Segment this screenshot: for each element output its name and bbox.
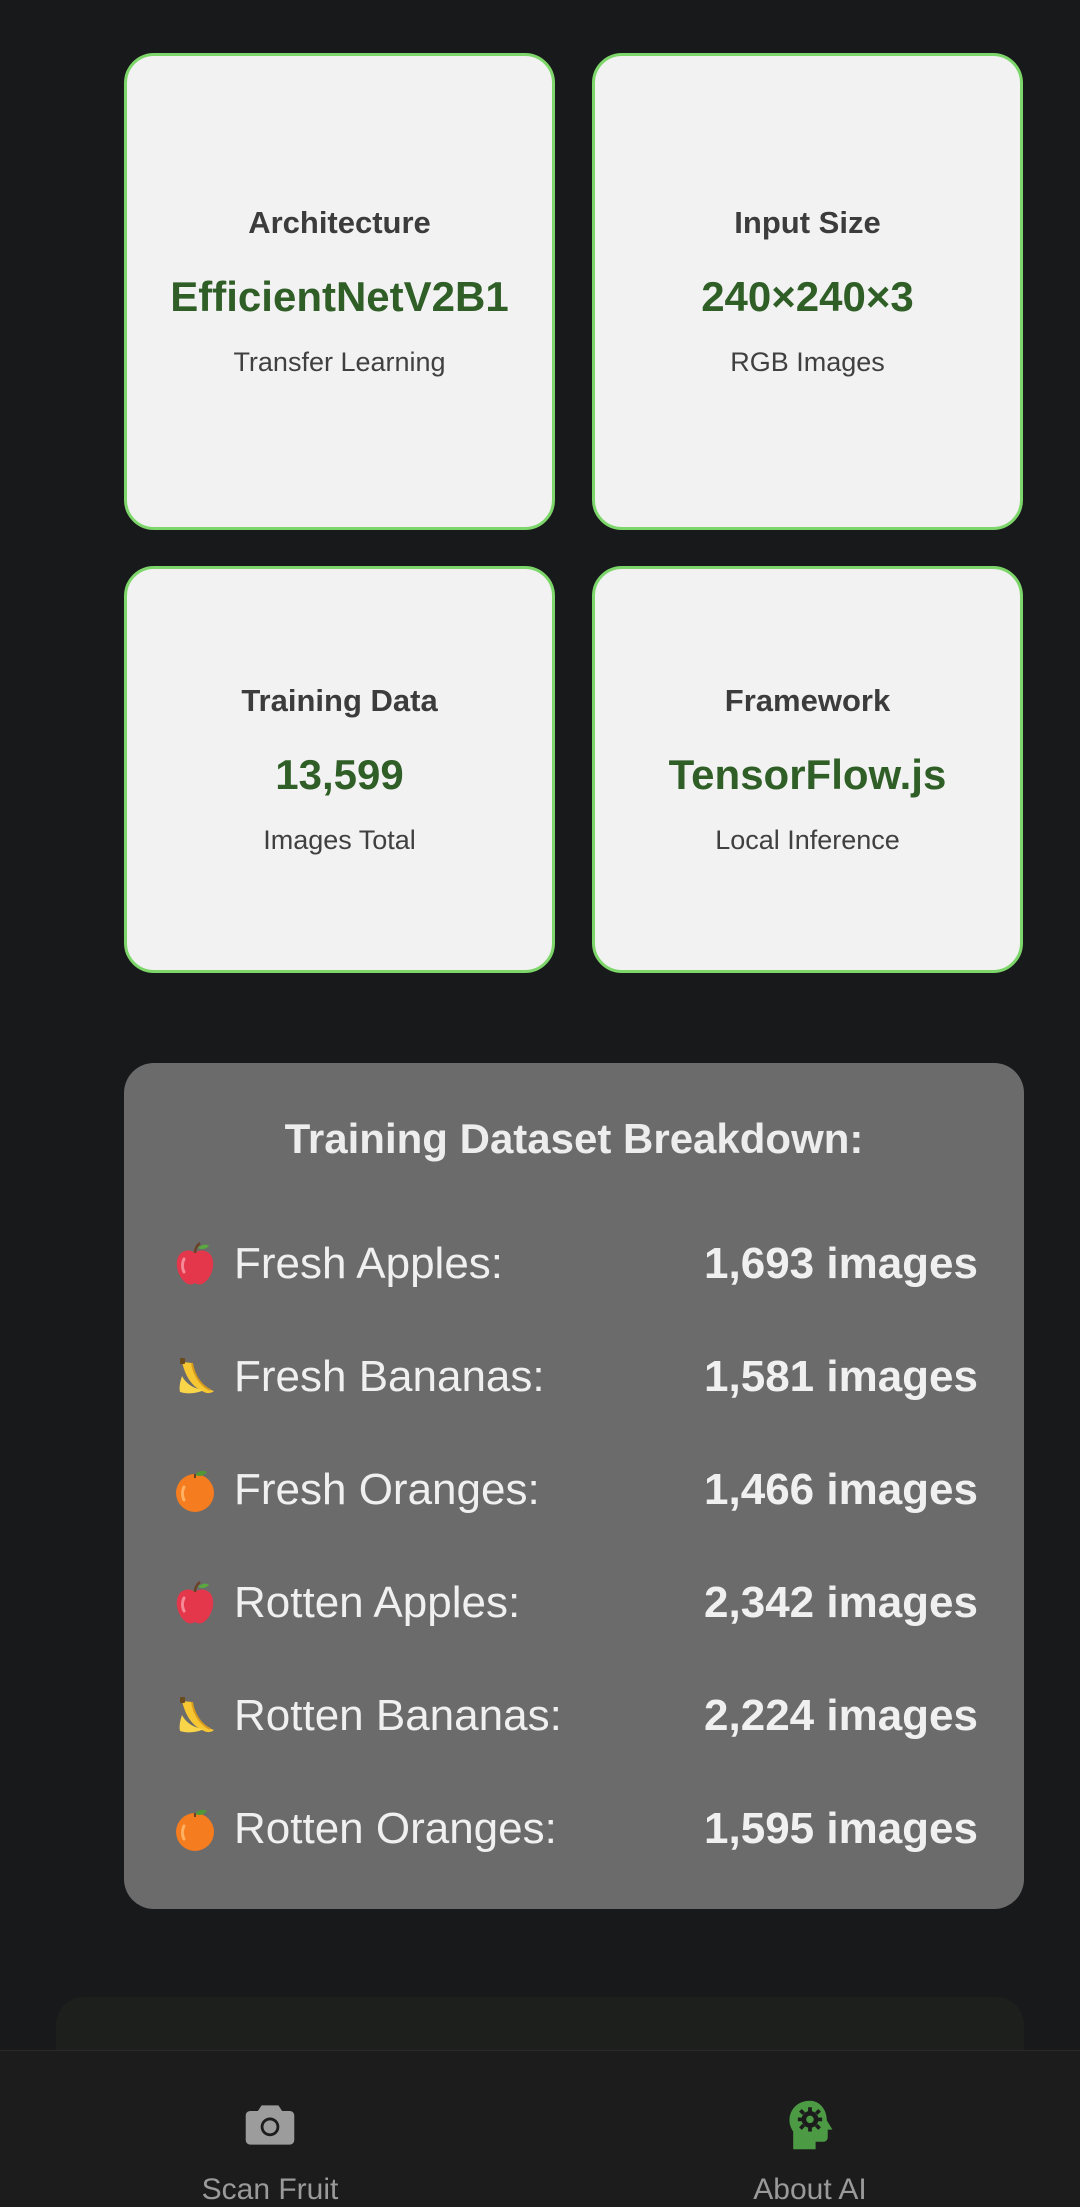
banana-icon [179, 1696, 214, 1732]
orange-icon [176, 1809, 214, 1851]
model-info-grid: Architecture EfficientNetV2B1 Transfer L… [124, 53, 1023, 973]
card-subtitle: Transfer Learning [233, 347, 446, 377]
breakdown-title: Training Dataset Breakdown: [284, 1115, 864, 1162]
architecture-card: Architecture EfficientNetV2B1 Transfer L… [124, 53, 555, 530]
list-item: Rotten Apples: 2,342 images [170, 1546, 978, 1659]
row-name: Rotten Apples: [170, 1578, 520, 1628]
row-label: Rotten Oranges: [234, 1803, 557, 1853]
card-value: EfficientNetV2B1 [170, 273, 509, 320]
card-label: Input Size [734, 205, 881, 240]
row-name: Fresh Apples: [170, 1239, 503, 1289]
banana-icon [179, 1357, 214, 1393]
apple-icon [176, 1580, 214, 1623]
row-label: Fresh Bananas: [234, 1351, 545, 1401]
bottom-navigation: Scan Fruit About AI [0, 2050, 1080, 2207]
orange-icon [176, 1470, 214, 1512]
row-name: Fresh Oranges: [170, 1465, 540, 1515]
dataset-breakdown-panel: Training Dataset Breakdown: Fresh Apples… [124, 1063, 1024, 1909]
card-label: Architecture [248, 205, 431, 240]
row-label: Fresh Oranges: [234, 1464, 540, 1514]
next-section-card [56, 1997, 1024, 2057]
list-item: Fresh Apples: 1,693 images [170, 1207, 978, 1320]
row-name: Rotten Bananas: [170, 1691, 562, 1741]
card-value: 240×240×3 [701, 273, 914, 320]
list-item: Rotten Oranges: 1,595 images [170, 1772, 978, 1885]
camera-icon [245, 2105, 295, 2145]
framework-card: Framework TensorFlow.js Local Inference [592, 566, 1023, 973]
card-label: Training Data [241, 683, 438, 718]
nav-label: About AI [753, 2173, 867, 2206]
training-data-card: Training Data 13,599 Images Total [124, 566, 555, 973]
row-count: 1,595 images [704, 1803, 978, 1853]
apple-icon [176, 1241, 214, 1284]
card-label: Framework [724, 683, 891, 718]
list-item: Fresh Bananas: 1,581 images [170, 1320, 978, 1433]
card-subtitle: RGB Images [730, 347, 885, 377]
row-name: Fresh Bananas: [170, 1352, 545, 1402]
card-value: 13,599 [275, 751, 404, 798]
nav-scan-fruit[interactable]: Scan Fruit [0, 2051, 540, 2207]
nav-about-ai[interactable]: About AI [540, 2051, 1080, 2207]
list-item: Rotten Bananas: 2,224 images [170, 1659, 978, 1772]
row-count: 1,693 images [704, 1238, 978, 1288]
row-label: Rotten Apples: [234, 1577, 521, 1627]
ai-head-icon [789, 2100, 833, 2150]
card-subtitle: Images Total [263, 825, 416, 855]
row-count: 1,466 images [704, 1464, 978, 1514]
input-size-card: Input Size 240×240×3 RGB Images [592, 53, 1023, 530]
row-label: Fresh Apples: [234, 1238, 504, 1288]
row-count: 2,342 images [704, 1577, 978, 1627]
row-count: 2,224 images [704, 1690, 978, 1740]
row-name: Rotten Oranges: [170, 1804, 557, 1854]
card-subtitle: Local Inference [715, 825, 900, 855]
nav-label: Scan Fruit [201, 2173, 339, 2206]
list-item: Fresh Oranges: 1,466 images [170, 1433, 978, 1546]
card-value: TensorFlow.js [668, 751, 947, 798]
row-label: Rotten Bananas: [234, 1690, 562, 1740]
row-count: 1,581 images [704, 1351, 978, 1401]
